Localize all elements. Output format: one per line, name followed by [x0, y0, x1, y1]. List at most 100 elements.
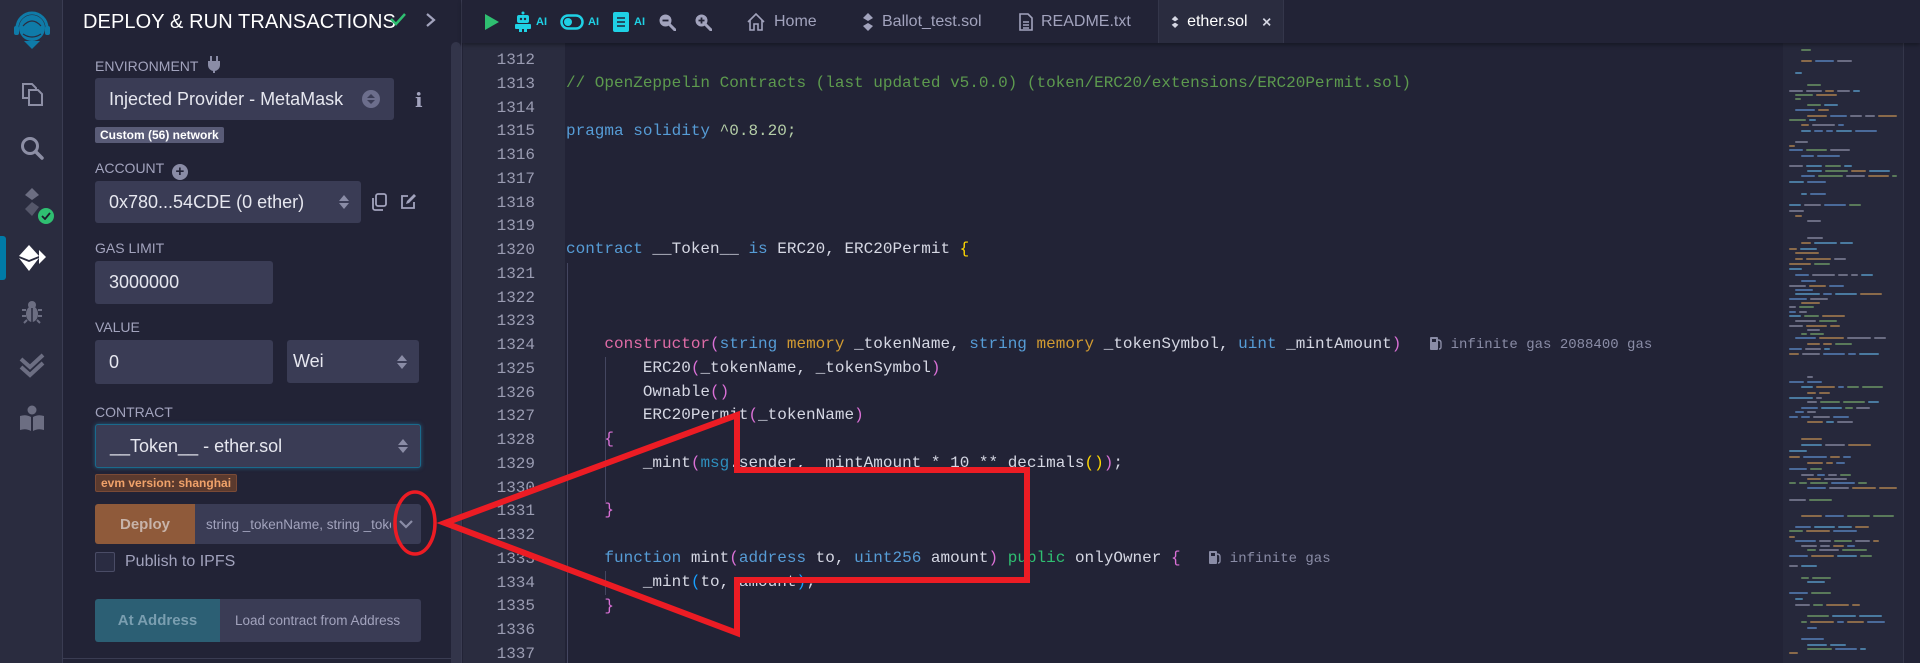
panel-scrollbar[interactable]	[451, 42, 461, 663]
code-line-1320: contract __Token__ is ERC20, ERC20Permit…	[566, 240, 970, 258]
minimap-line	[1861, 274, 1873, 276]
minimap-line	[1825, 444, 1845, 446]
minimap-line	[1795, 258, 1803, 260]
info-icon[interactable]: i	[415, 88, 423, 112]
minimap-line	[1865, 115, 1875, 117]
minimap-line	[1799, 311, 1807, 313]
home-icon	[747, 12, 765, 31]
code-line-1327: ERC20Permit(_tokenName)	[642, 406, 864, 424]
minimap-line	[1833, 416, 1849, 418]
minimap-line	[1807, 381, 1822, 383]
minimap-line	[1851, 274, 1858, 276]
deploy-params-input[interactable]: string _tokenName, string _toke	[195, 504, 391, 544]
minimap-line	[1847, 545, 1855, 547]
editor-minimap[interactable]	[1783, 43, 1903, 663]
minimap-line	[1856, 407, 1870, 409]
value-unit-select[interactable]: Wei	[287, 340, 419, 383]
code-line-1315: pragma solidity ^0.8.20;	[566, 122, 797, 140]
remix-logo-icon[interactable]	[0, 6, 63, 56]
minimap-line	[1809, 499, 1832, 501]
publish-ipfs-checkbox[interactable]	[95, 552, 115, 572]
add-account-icon[interactable]: +	[171, 164, 188, 180]
tab-ether-sol[interactable]: ether.sol	[1158, 0, 1284, 43]
line-number: 1333	[496, 549, 535, 568]
editor-scrollbar[interactable]	[1903, 43, 1920, 663]
ai-copilot-button[interactable]: AI	[514, 0, 547, 43]
file-explorer-icon[interactable]	[0, 72, 63, 116]
minimap-line	[1819, 320, 1837, 322]
tab-home[interactable]: Home	[732, 0, 831, 43]
minimap-line	[1801, 565, 1817, 567]
minimap-line	[1855, 526, 1869, 528]
minimap-line	[1795, 215, 1802, 217]
minimap-line	[1824, 104, 1838, 106]
divider	[63, 658, 451, 659]
ai-docs-button[interactable]: AI	[612, 0, 645, 43]
minimap-line	[1807, 220, 1821, 222]
at-address-button[interactable]: At Address	[95, 599, 220, 642]
minimap-line	[1868, 401, 1879, 403]
minimap-line	[1807, 170, 1822, 172]
minimap-line	[1807, 401, 1817, 403]
expand-params-button[interactable]	[391, 504, 421, 544]
minimap-line	[1814, 242, 1837, 244]
minimap-line	[1795, 293, 1820, 295]
solidity-compiler-icon[interactable]	[0, 180, 63, 226]
deploy-button[interactable]: Deploy	[95, 504, 195, 544]
run-script-button[interactable]	[484, 0, 500, 43]
minimap-line	[1789, 315, 1801, 317]
minimap-line	[1789, 248, 1797, 250]
line-number: 1335	[496, 597, 535, 616]
environment-select[interactable]: Injected Provider - MetaMask	[95, 78, 394, 120]
toggle-icon	[560, 13, 584, 30]
gas-limit-input[interactable]: 3000000	[95, 261, 273, 304]
line-number: 1318	[496, 193, 535, 212]
zoom-out-button[interactable]	[658, 0, 676, 43]
contract-select[interactable]: __Token__ - ether.sol	[95, 424, 421, 468]
line-number: 1321	[496, 264, 535, 283]
minimap-line	[1830, 149, 1850, 151]
book-icon	[613, 11, 629, 32]
zoom-in-button[interactable]	[694, 0, 712, 43]
minimap-line	[1807, 329, 1820, 331]
edit-icon[interactable]	[399, 193, 417, 216]
minimap-line	[1849, 204, 1861, 206]
tab-ballot-test-sol[interactable]: Ballot_test.sol	[848, 0, 996, 43]
close-tab-icon[interactable]	[1262, 15, 1271, 29]
minimap-line	[1801, 60, 1812, 62]
debugger-icon[interactable]	[0, 290, 63, 334]
gas-limit-label: GAS LIMIT	[95, 240, 165, 256]
line-number: 1319	[496, 217, 535, 236]
minimap-line	[1826, 604, 1849, 606]
at-address-input[interactable]: Load contract from Address	[220, 599, 421, 642]
minimap-line	[1789, 416, 1798, 418]
minimap-line	[1810, 193, 1826, 195]
minimap-line	[1789, 204, 1801, 206]
publish-ipfs-label: Publish to IPFS	[125, 553, 236, 570]
learneth-icon[interactable]	[0, 396, 63, 440]
account-value: 0x780...54CDE (0 ether)	[109, 191, 305, 212]
robot-icon	[515, 11, 531, 32]
account-select[interactable]: 0x780...54CDE (0 ether)	[95, 181, 361, 223]
minimap-line	[1801, 444, 1822, 446]
code-line-1333: function mint(address to, uint256 amount…	[604, 549, 1331, 567]
value-input[interactable]: 0	[95, 340, 273, 384]
copy-icon[interactable]	[370, 193, 388, 216]
ai-toggle-button[interactable]: AI	[560, 0, 599, 43]
minimap-line	[1789, 456, 1800, 458]
minimap-line	[1807, 343, 1820, 345]
minimap-line	[1789, 565, 1798, 567]
minimap-line	[1810, 482, 1828, 484]
minimap-line	[1801, 280, 1816, 282]
code-line-1328: {	[604, 430, 615, 448]
line-number: 1324	[496, 336, 535, 355]
chevron-right-icon[interactable]	[425, 12, 437, 33]
minimap-line	[1789, 482, 1796, 484]
deploy-run-icon[interactable]	[0, 236, 63, 280]
unit-testing-icon[interactable]	[0, 344, 63, 388]
tab-readme-txt[interactable]: README.txt	[1005, 0, 1145, 43]
line-number: 1331	[496, 502, 535, 521]
network-badge: Custom (56) network	[95, 127, 224, 143]
search-icon[interactable]	[0, 126, 63, 170]
minimap-line	[1829, 487, 1849, 489]
